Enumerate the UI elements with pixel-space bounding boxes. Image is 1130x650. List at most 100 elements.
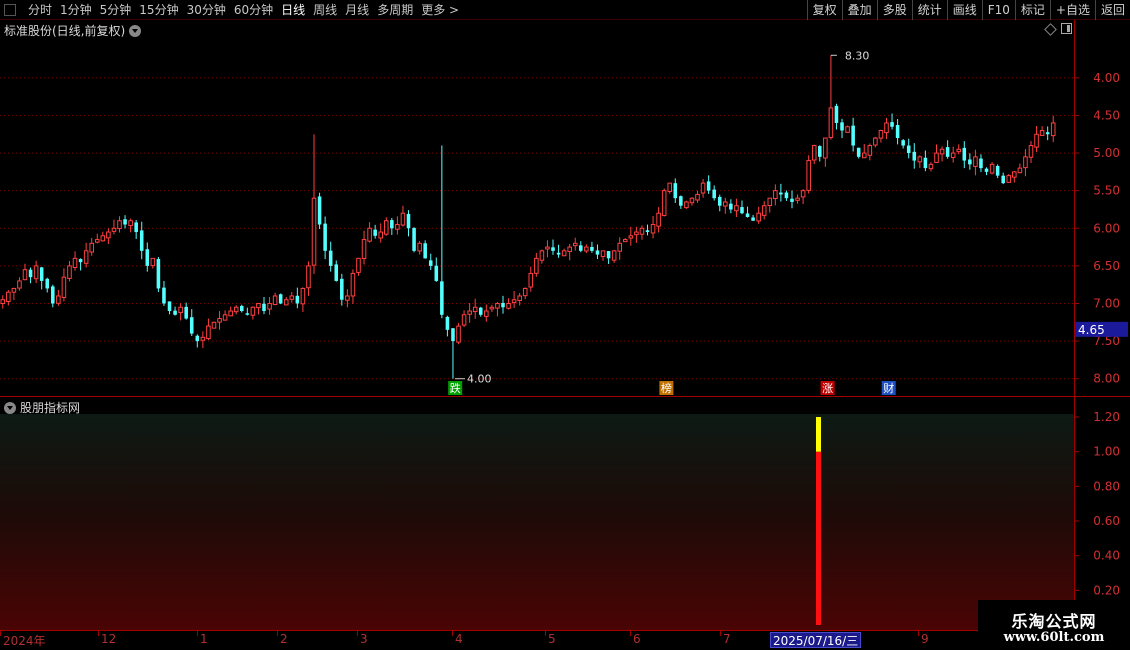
period-tabs: 分时 1分钟 5分钟 15分钟 30分钟 60分钟 日线 周线 月线 多周期 更多 > bbox=[24, 1, 463, 19]
candle-body bbox=[567, 246, 572, 253]
candle-body bbox=[912, 151, 917, 161]
date-label: 2 bbox=[280, 632, 288, 646]
candle-body bbox=[262, 303, 266, 312]
indicator-tick-label: 0.80 bbox=[1093, 479, 1120, 493]
candle-body bbox=[622, 239, 628, 243]
candle-body bbox=[572, 242, 578, 247]
indicator-tick-label: 0.60 bbox=[1093, 514, 1120, 528]
candle-body bbox=[323, 223, 327, 251]
candle-body bbox=[267, 303, 272, 310]
candle-body bbox=[800, 190, 806, 198]
tool-button[interactable]: 叠加 bbox=[841, 0, 877, 20]
candle-body bbox=[94, 239, 100, 243]
menu-icon[interactable] bbox=[4, 4, 16, 16]
event-badge: 榜 bbox=[661, 381, 672, 395]
candle-body bbox=[818, 146, 822, 157]
candle-body bbox=[979, 158, 983, 169]
candle-body bbox=[945, 147, 950, 157]
candle-body bbox=[828, 107, 834, 138]
period-tab[interactable]: 60分钟 bbox=[230, 1, 277, 19]
indicator-panel[interactable]: 股朋指标网 1.20 1.00 0.80 0.60 0.40 0.20 bbox=[0, 397, 1130, 630]
candle-body bbox=[162, 287, 166, 304]
candle-body bbox=[539, 250, 545, 261]
candle-body bbox=[89, 242, 94, 253]
candle-body bbox=[901, 140, 905, 146]
candle-body bbox=[695, 193, 700, 201]
date-label: 6 bbox=[633, 632, 641, 646]
main-chart-panel[interactable]: 标准股份(日线,前复权) 8.00 7.50 7.00 6.50 6.00 5.50 5.0… bbox=[0, 20, 1130, 397]
period-tab[interactable]: 分时 bbox=[24, 1, 56, 19]
candle-body bbox=[639, 227, 645, 235]
period-tab[interactable]: 月线 bbox=[341, 1, 373, 19]
tool-button[interactable]: 复权 bbox=[806, 0, 842, 20]
candle-body bbox=[28, 269, 33, 278]
candle-body bbox=[545, 246, 550, 250]
candle-body bbox=[761, 205, 767, 216]
candle-body bbox=[456, 325, 461, 343]
candle-body bbox=[317, 196, 322, 225]
candle-body bbox=[206, 325, 211, 340]
candle-body bbox=[184, 306, 188, 319]
tool-button[interactable]: 返回 bbox=[1094, 0, 1130, 20]
tool-button[interactable]: 画线 bbox=[946, 0, 982, 20]
low-price-marker: 4.00 bbox=[467, 373, 492, 386]
indicator-chart[interactable]: 1.20 1.00 0.80 0.60 0.40 0.20 bbox=[0, 397, 1130, 630]
current-price-tag: 4.65 bbox=[1078, 323, 1105, 337]
tool-button[interactable]: 统计 bbox=[911, 0, 947, 20]
candle-body bbox=[740, 207, 744, 214]
candlestick-chart[interactable]: 8.007.507.006.506.005.505.004.504.008.30… bbox=[0, 20, 1130, 397]
period-tab[interactable]: 日线 bbox=[277, 1, 309, 19]
candle-body bbox=[300, 287, 306, 305]
candle-body bbox=[628, 235, 634, 239]
period-tab[interactable]: 15分钟 bbox=[135, 1, 182, 19]
period-tab[interactable]: 多周期 bbox=[373, 1, 417, 19]
tool-button[interactable]: +自选 bbox=[1049, 0, 1095, 20]
candle-body bbox=[400, 212, 406, 226]
candle-body bbox=[200, 336, 206, 341]
period-tab[interactable]: 更多 > bbox=[417, 1, 463, 19]
candle-body bbox=[11, 287, 17, 293]
candle-body bbox=[189, 317, 194, 334]
date-tick bbox=[545, 631, 546, 636]
tool-button[interactable]: F10 bbox=[981, 0, 1015, 20]
candle-body bbox=[33, 265, 39, 280]
candle-body bbox=[995, 165, 1000, 176]
tool-button[interactable]: 标记 bbox=[1014, 0, 1050, 20]
candle-body bbox=[645, 230, 650, 233]
date-tick bbox=[720, 631, 721, 636]
price-tick-label: 7.00 bbox=[1093, 297, 1120, 311]
candle-body bbox=[600, 250, 606, 257]
period-tab[interactable]: 30分钟 bbox=[183, 1, 230, 19]
price-tick-label: 6.00 bbox=[1093, 221, 1120, 235]
candle-body bbox=[767, 197, 773, 206]
date-tick bbox=[277, 631, 278, 636]
candle-body bbox=[845, 126, 850, 133]
date-tick bbox=[98, 631, 99, 636]
candle-body bbox=[856, 147, 861, 157]
tool-button[interactable]: 多股 bbox=[876, 0, 912, 20]
tool-buttons: 复权 叠加 多股 统计 画线 F10 标记 +自选 返回 bbox=[806, 0, 1130, 20]
candle-body bbox=[61, 276, 67, 298]
candle-body bbox=[684, 201, 689, 209]
candle-body bbox=[878, 130, 884, 139]
candle-body bbox=[211, 321, 217, 329]
candle-body bbox=[1028, 145, 1034, 158]
candle-body bbox=[923, 157, 928, 169]
candle-body bbox=[917, 156, 923, 163]
period-tab[interactable]: 5分钟 bbox=[96, 1, 136, 19]
candle-body bbox=[167, 301, 172, 312]
signal-bar-yellow bbox=[816, 417, 821, 452]
candle-body bbox=[1006, 175, 1012, 183]
price-tick-label: 4.50 bbox=[1093, 108, 1120, 122]
candle-body bbox=[39, 267, 44, 281]
date-label: 5 bbox=[548, 632, 556, 646]
period-tab[interactable]: 周线 bbox=[309, 1, 341, 19]
candle-body bbox=[434, 265, 439, 281]
candle-body bbox=[311, 197, 317, 266]
candle-body bbox=[606, 251, 611, 259]
period-tab[interactable]: 1分钟 bbox=[56, 1, 96, 19]
candle-body bbox=[561, 250, 567, 257]
date-label: 2024年 bbox=[3, 634, 46, 648]
candle-body bbox=[1023, 156, 1028, 169]
candle-body bbox=[906, 145, 911, 154]
